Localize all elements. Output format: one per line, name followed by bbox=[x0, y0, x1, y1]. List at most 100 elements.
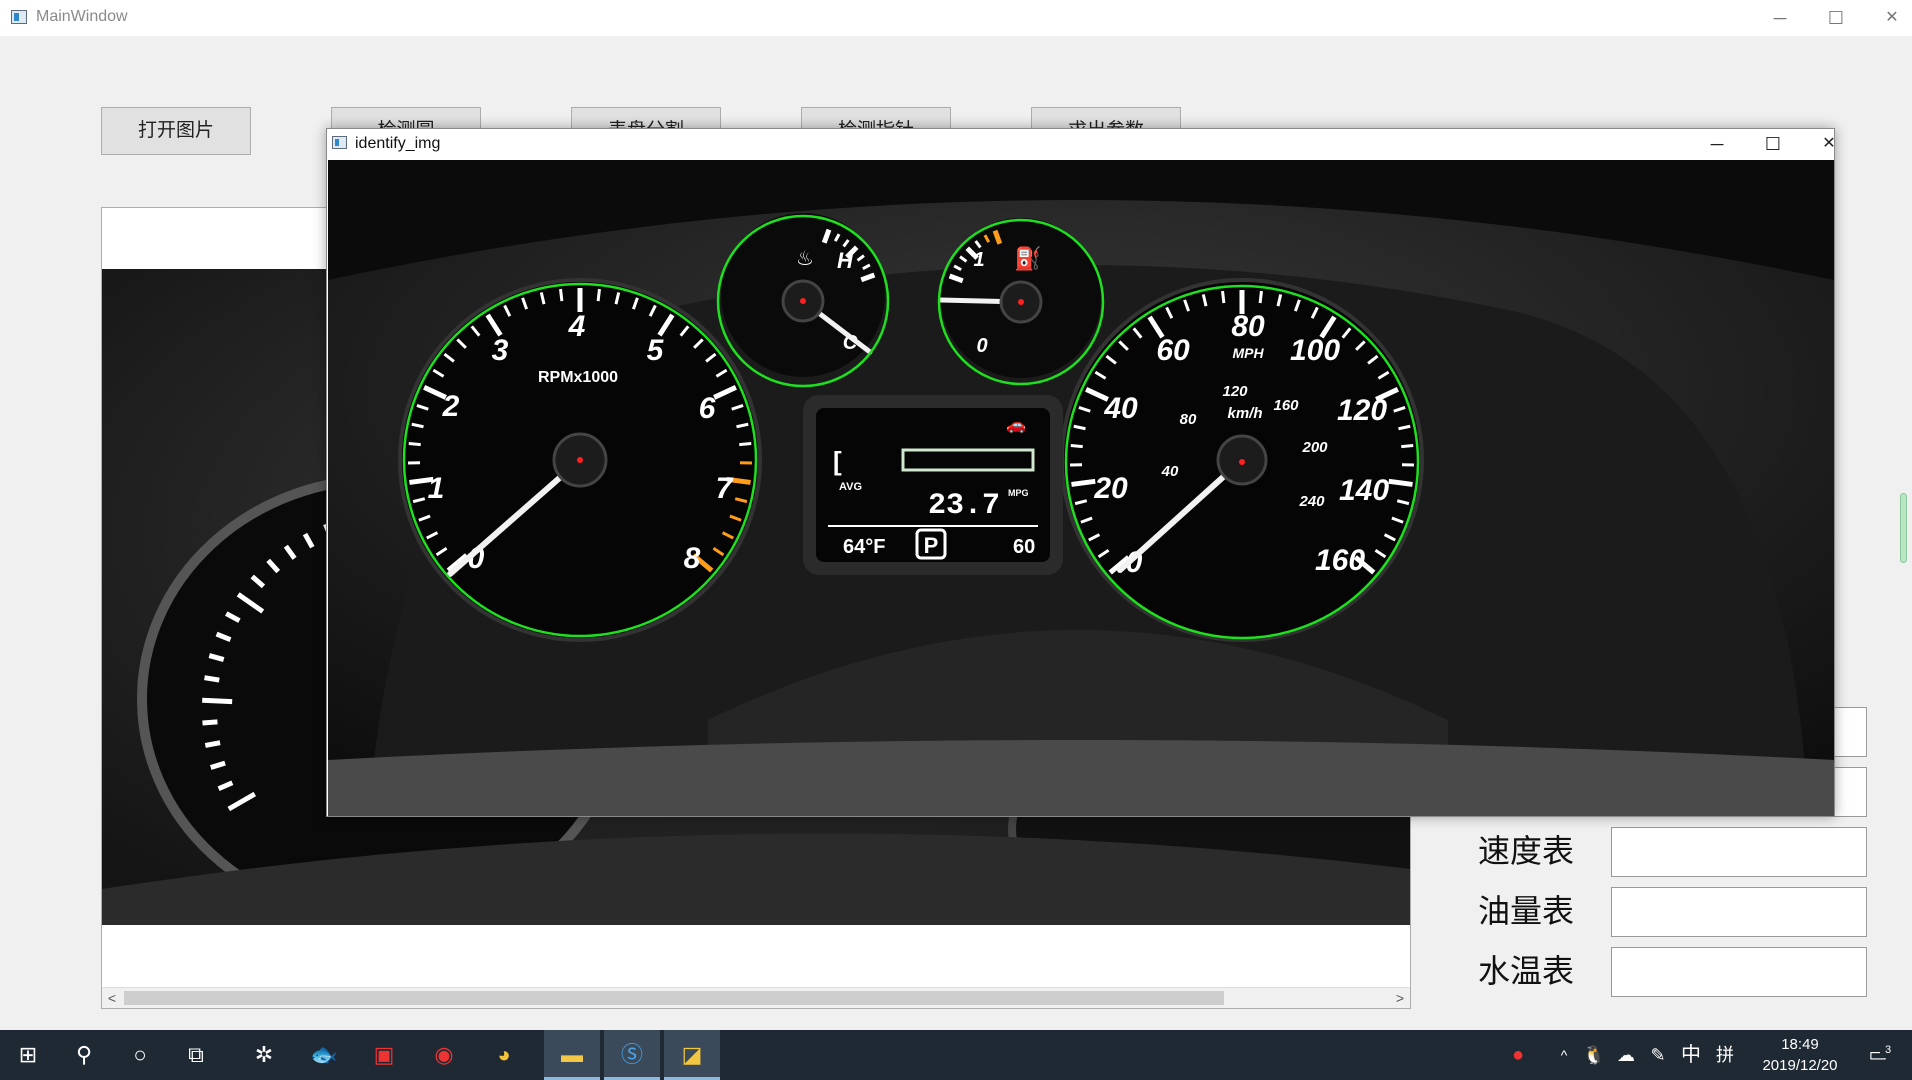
fuel-field[interactable] bbox=[1611, 887, 1867, 937]
kmh-unit-label: km/h bbox=[1227, 405, 1262, 422]
youdao-dict-icon[interactable]: ▣ bbox=[356, 1030, 412, 1080]
tach-unit-label: RPMx1000 bbox=[538, 369, 618, 386]
tach-label-4: 4 bbox=[568, 310, 586, 343]
kmh-label-200: 200 bbox=[1301, 439, 1328, 456]
popup-window-icon bbox=[332, 136, 347, 149]
speed-label: 速度表 bbox=[1478, 833, 1575, 869]
scrollbar-thumb[interactable] bbox=[124, 991, 1224, 1005]
speed-label-20: 20 bbox=[1093, 472, 1128, 505]
sogou-browser-icon[interactable]: Ⓢ bbox=[604, 1030, 660, 1080]
lcd-avg-label: AVG bbox=[839, 481, 862, 493]
center-dot-temp bbox=[800, 298, 806, 304]
lcd-gear-indicator: P bbox=[924, 533, 939, 558]
open-image-button[interactable]: 打开图片 bbox=[101, 107, 251, 155]
viewer-gauge-tick bbox=[204, 740, 221, 748]
water-temp-field[interactable] bbox=[1611, 947, 1867, 997]
speed-label-80: 80 bbox=[1231, 310, 1265, 343]
python-app-icon[interactable]: ◪ bbox=[664, 1030, 720, 1080]
file-explorer-icon[interactable]: ▬ bbox=[544, 1030, 600, 1080]
popup-close-button[interactable]: ✕ bbox=[1801, 129, 1857, 159]
maximize-button[interactable]: ☐ bbox=[1808, 0, 1864, 36]
coolant-temp-icon: ♨ bbox=[796, 248, 814, 270]
speed-label-40: 40 bbox=[1103, 392, 1138, 425]
viewer-gauge-tick bbox=[202, 697, 233, 705]
speedTicks-mark bbox=[1071, 478, 1096, 487]
tachTicks-mark bbox=[596, 288, 601, 302]
viewer-gauge-tick bbox=[202, 719, 218, 726]
pen-tray-icon[interactable]: ✎ bbox=[1644, 1030, 1672, 1080]
identify-dashboard-image: RPMx1000 0 1 2 3 4 5 6 7 8 0 20 40 60 80… bbox=[328, 160, 1834, 816]
main-title-bar: MainWindow ─ ☐ ✕ bbox=[0, 0, 1912, 36]
tach-label-7: 7 bbox=[716, 472, 734, 505]
tachTicks-mark bbox=[408, 442, 421, 447]
popup-maximize-button[interactable]: ☐ bbox=[1745, 129, 1801, 159]
center-dot-speed bbox=[1239, 459, 1245, 465]
pinwheel-app-icon[interactable]: ✲ bbox=[236, 1030, 292, 1080]
speedTicks-mark bbox=[1221, 290, 1226, 304]
fuel-full-label: 1 bbox=[973, 249, 984, 271]
identify-img-window[interactable]: identify_img ─ ☐ ✕ RPMx1000 0 1 2 3 4 5 … bbox=[326, 128, 1836, 817]
system-clock[interactable]: 18:49 2019/12/20 bbox=[1760, 1034, 1840, 1076]
clock-date: 2019/12/20 bbox=[1762, 1057, 1838, 1074]
mph-unit-label: MPH bbox=[1232, 345, 1264, 361]
ime-language-indicator[interactable]: 中 bbox=[1676, 1030, 1706, 1080]
minimize-button[interactable]: ─ bbox=[1752, 0, 1808, 36]
horizontal-scrollbar[interactable]: < > bbox=[102, 987, 1410, 1008]
task-view-icon[interactable]: ⧉ bbox=[168, 1030, 224, 1080]
lcd-car-icon: 🚗 bbox=[1006, 417, 1026, 434]
speed-label-60: 60 bbox=[1156, 334, 1190, 367]
fuel-pump-icon: ⛽ bbox=[1014, 246, 1041, 271]
kmh-label-160: 160 bbox=[1273, 397, 1299, 414]
lcd-right-value: 60 bbox=[1013, 536, 1035, 558]
netease-music-icon[interactable]: ◉ bbox=[416, 1030, 472, 1080]
main-window-title: MainWindow bbox=[36, 8, 128, 25]
close-button[interactable]: ✕ bbox=[1864, 0, 1912, 36]
popup-title-bar: identify_img ─ ☐ ✕ bbox=[327, 129, 1836, 159]
scroll-left-arrow[interactable]: < bbox=[102, 988, 122, 1008]
scroll-right-arrow[interactable]: > bbox=[1390, 988, 1410, 1008]
clock-time: 18:49 bbox=[1781, 1036, 1819, 1053]
speed-label-140: 140 bbox=[1339, 474, 1389, 507]
fish-app-icon[interactable]: 🐟 bbox=[296, 1030, 352, 1080]
fuel-label: 油量表 bbox=[1478, 893, 1575, 929]
speed-label-160: 160 bbox=[1315, 544, 1365, 577]
lcd-mpg-unit: MPG bbox=[1008, 488, 1029, 498]
show-hidden-icons-icon[interactable]: ^ bbox=[1552, 1030, 1576, 1080]
tachTicks-mark bbox=[739, 442, 752, 447]
center-dot-tach bbox=[577, 457, 583, 463]
kmh-label-80: 80 bbox=[1180, 411, 1197, 428]
cortana-icon[interactable]: ○ bbox=[112, 1030, 168, 1080]
kmh-label-40: 40 bbox=[1161, 463, 1179, 480]
qq-tray-icon[interactable]: 🐧 bbox=[1580, 1030, 1608, 1080]
temp-high-label: H bbox=[837, 248, 854, 273]
viewer-gauge-tick bbox=[204, 675, 220, 683]
tach-label-1: 1 bbox=[428, 472, 445, 505]
kmh-label-120: 120 bbox=[1222, 383, 1248, 400]
cloud-tray-icon[interactable]: ☁ bbox=[1612, 1030, 1640, 1080]
center-dot-fuel bbox=[1018, 299, 1024, 305]
tach-label-8: 8 bbox=[684, 542, 701, 575]
lcd-outside-temp: 64°F bbox=[843, 536, 885, 558]
speed-label-120: 120 bbox=[1337, 394, 1387, 427]
speedTicks-mark bbox=[1070, 444, 1083, 449]
tachTicks-mark bbox=[559, 288, 564, 302]
tach-label-6: 6 bbox=[699, 392, 716, 425]
search-icon[interactable]: ⚲ bbox=[56, 1030, 112, 1080]
speedTicks-mark bbox=[1258, 290, 1263, 304]
side-scroll-indicator[interactable] bbox=[1900, 493, 1907, 563]
security-tray-icon[interactable]: ● bbox=[1502, 1030, 1534, 1080]
taskbar: ⊞ ⚲ ○ ⧉ ✲ 🐟 ▣ ◉ ◕ ▬ Ⓢ ◪ ● ^ 🐧 ☁ ✎ 中 拼 18… bbox=[0, 1030, 1912, 1080]
popup-minimize-button[interactable]: ─ bbox=[1689, 129, 1745, 159]
lcd-mpg-value: 23.7 bbox=[928, 489, 1000, 523]
chrome-icon[interactable]: ◕ bbox=[476, 1030, 532, 1080]
windows-start-icon[interactable]: ⊞ bbox=[0, 1030, 56, 1080]
popup-title: identify_img bbox=[355, 135, 441, 152]
speedTicks-mark bbox=[1401, 444, 1414, 449]
notification-count-badge: 3 bbox=[1880, 1042, 1896, 1058]
lcd-bracket: [ bbox=[833, 446, 842, 476]
tach-label-3: 3 bbox=[492, 334, 509, 367]
ime-mode-indicator[interactable]: 拼 bbox=[1710, 1030, 1740, 1080]
tach-label-2: 2 bbox=[442, 390, 460, 423]
kmh-label-240: 240 bbox=[1298, 493, 1325, 510]
speed-field[interactable] bbox=[1611, 827, 1867, 877]
